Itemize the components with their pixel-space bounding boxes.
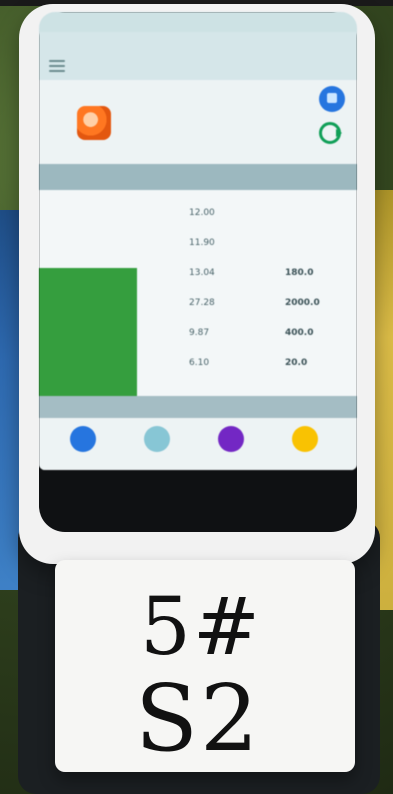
row-value-1: 13.04 bbox=[189, 268, 215, 278]
row-value-2: 400.0 bbox=[285, 328, 314, 338]
row-value-1: 9.87 bbox=[189, 328, 210, 338]
row-value-1: 11.90 bbox=[189, 238, 215, 248]
app-shortcut[interactable] bbox=[129, 426, 185, 470]
chart-icon bbox=[292, 426, 318, 452]
refresh-icon[interactable] bbox=[319, 122, 342, 144]
table-row[interactable]: 11.90 bbox=[39, 228, 357, 258]
card-line-1: 5# bbox=[140, 580, 262, 673]
status-bar bbox=[39, 12, 357, 32]
table-row[interactable]: 27.28 2000.0 bbox=[39, 288, 357, 318]
user-avatar-icon bbox=[77, 106, 111, 140]
card-line-2: S2 bbox=[135, 665, 261, 772]
table-row[interactable]: 12.00 bbox=[39, 198, 357, 228]
table-row[interactable]: 9.87 400.0 bbox=[39, 318, 357, 348]
landscape-icon bbox=[144, 426, 170, 452]
app-shortcut[interactable] bbox=[55, 426, 111, 470]
photo-scene: 12.00 11.90 13.04 180.0 27.28 2000.0 9.8… bbox=[0, 0, 393, 794]
bottom-tabs bbox=[39, 396, 357, 418]
app-shortcut[interactable] bbox=[203, 426, 259, 470]
row-value-2: 2000.0 bbox=[285, 298, 320, 308]
table-row[interactable]: 6.10 20.0 bbox=[39, 348, 357, 378]
person-icon bbox=[70, 426, 96, 452]
row-value-1: 27.28 bbox=[189, 298, 215, 308]
table-row[interactable]: 13.04 180.0 bbox=[39, 258, 357, 288]
data-table: 12.00 11.90 13.04 180.0 27.28 2000.0 9.8… bbox=[39, 164, 357, 396]
device-screen: 12.00 11.90 13.04 180.0 27.28 2000.0 9.8… bbox=[39, 12, 357, 470]
handwriting: 5# S2 bbox=[55, 560, 355, 772]
device-screen-bezel: 12.00 11.90 13.04 180.0 27.28 2000.0 9.8… bbox=[39, 12, 357, 532]
app-header bbox=[39, 32, 357, 80]
row-value-2: 180.0 bbox=[285, 268, 314, 278]
menu-icon[interactable] bbox=[49, 60, 65, 72]
app-shortcuts bbox=[39, 418, 357, 470]
document-icon bbox=[218, 426, 244, 452]
handheld-device: 12.00 11.90 13.04 180.0 27.28 2000.0 9.8… bbox=[19, 4, 375, 564]
row-value-1: 6.10 bbox=[189, 358, 210, 368]
app-shortcut[interactable] bbox=[277, 426, 333, 470]
info-icon[interactable] bbox=[319, 86, 345, 112]
table-header bbox=[39, 164, 357, 190]
handwritten-card: 5# S2 bbox=[55, 560, 355, 772]
row-value-1: 12.00 bbox=[189, 208, 215, 218]
row-value-2: 20.0 bbox=[285, 358, 308, 368]
